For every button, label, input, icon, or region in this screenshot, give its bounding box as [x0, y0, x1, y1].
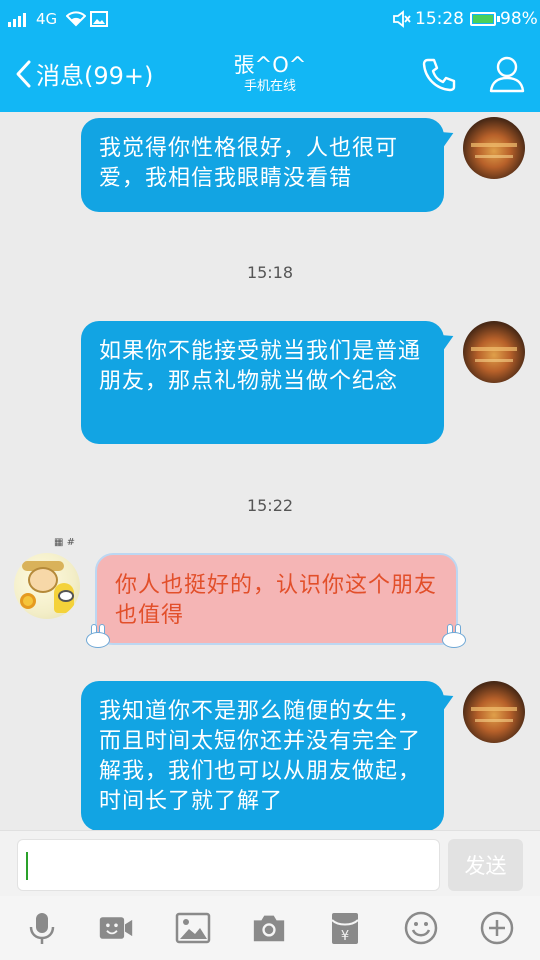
contact-avatar[interactable] — [14, 553, 80, 619]
my-avatar[interactable] — [463, 321, 525, 383]
chat-toolbar: ¥ — [0, 896, 540, 960]
bunny-decoration-icon — [440, 624, 468, 648]
send-button[interactable]: 发送 — [448, 839, 523, 891]
phone-call-button[interactable] — [420, 56, 458, 98]
contact-status: 手机在线 — [243, 79, 296, 94]
message-timestamp: 15:18 — [246, 263, 294, 282]
network-type: 4G — [36, 10, 58, 28]
message-bubble-incoming[interactable]: 你人也挺好的，认识你这个朋友也值得 — [95, 553, 458, 645]
chevron-left-icon — [16, 60, 31, 87]
image-icon[interactable] — [175, 910, 211, 946]
my-avatar[interactable] — [463, 117, 525, 179]
svg-text:¥: ¥ — [341, 929, 349, 944]
chat-header: 消息(99+) 張^O^ 手机在线 — [0, 38, 540, 112]
phone-icon — [422, 58, 456, 92]
back-label: 消息(99+) — [36, 62, 154, 90]
my-avatar[interactable] — [463, 681, 525, 743]
camera-icon[interactable] — [251, 910, 287, 946]
bunny-decoration-icon — [84, 624, 112, 648]
red-packet-icon[interactable]: ¥ — [327, 910, 363, 946]
wifi-icon — [66, 0, 86, 38]
battery-icon — [470, 0, 500, 38]
more-plus-icon[interactable] — [479, 910, 515, 946]
battery-percent: 98% — [500, 9, 538, 29]
contact-title[interactable]: 張^O^ 手机在线 — [170, 52, 370, 96]
text-cursor — [26, 852, 28, 880]
chat-message-list[interactable]: 我觉得你性格很好，人也很可爱，我相信我眼睛没看错 15:18 如果你不能接受就当… — [0, 112, 540, 830]
message-bubble-outgoing[interactable]: 我知道你不是那么随便的女生，而且时间太短你还并没有完全了解我，我们也可以从朋友做… — [81, 681, 444, 830]
avatar-decoration: ▦ # — [54, 537, 76, 548]
message-bubble-outgoing[interactable]: 如果你不能接受就当我们是普通朋友，那点礼物就当做个纪念 — [81, 321, 444, 444]
video-chat-icon[interactable] — [98, 910, 134, 946]
user-profile-icon — [489, 56, 525, 93]
mute-icon — [392, 0, 412, 38]
gallery-notification-icon — [90, 0, 108, 38]
back-button[interactable]: 消息(99+) — [14, 56, 153, 91]
signal-icon — [8, 0, 26, 38]
message-input[interactable] — [17, 839, 440, 891]
emoji-icon[interactable] — [403, 910, 439, 946]
contact-profile-button[interactable] — [488, 54, 526, 98]
microphone-icon[interactable] — [24, 910, 60, 946]
message-compose-bar: 发送 — [0, 830, 540, 896]
contact-name: 張^O^ — [233, 53, 307, 77]
clock: 15:28 — [415, 9, 464, 29]
status-bar: 4G 15:28 98% — [0, 0, 540, 38]
message-bubble-outgoing[interactable]: 我觉得你性格很好，人也很可爱，我相信我眼睛没看错 — [81, 118, 444, 212]
message-timestamp: 15:22 — [246, 496, 294, 515]
